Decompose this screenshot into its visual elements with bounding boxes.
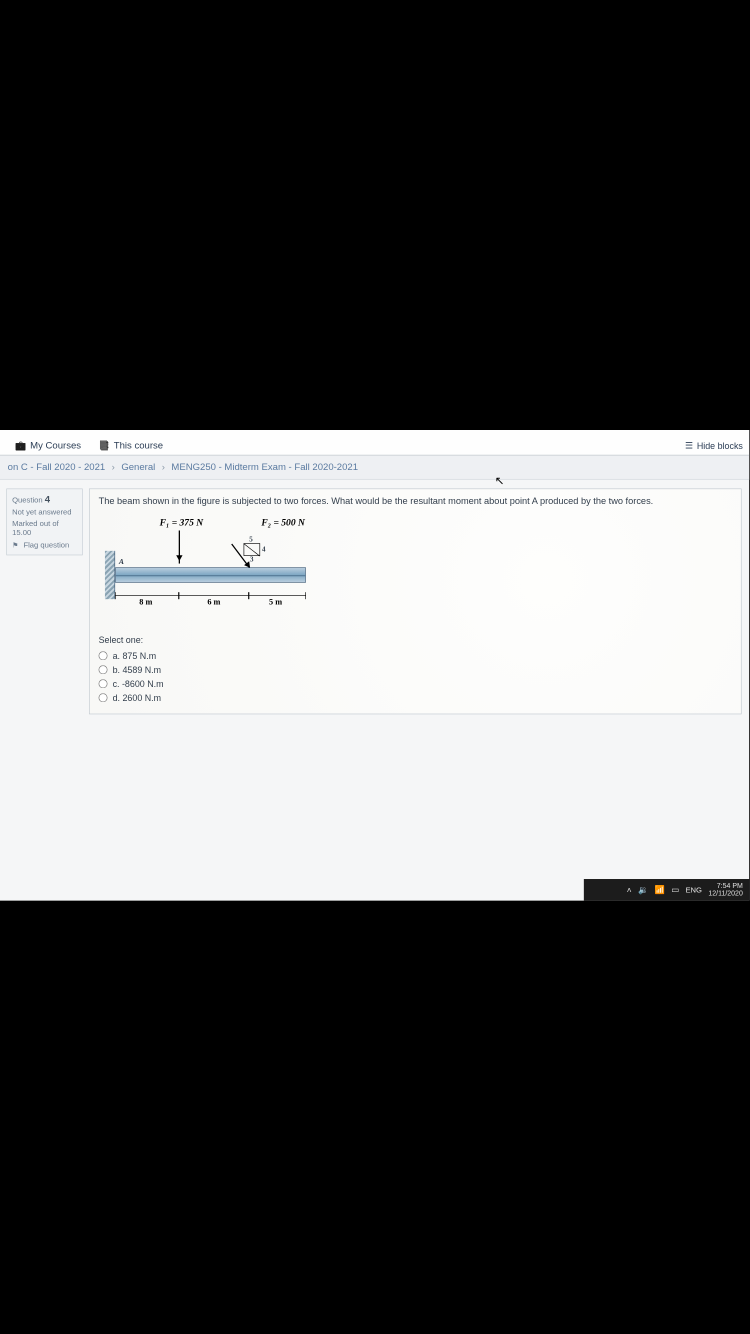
briefcase-icon: [15, 440, 26, 451]
tri-4: 4: [262, 546, 265, 554]
breadcrumb-sep: ›: [112, 462, 115, 473]
option-a-radio[interactable]: [99, 651, 108, 660]
breadcrumb-course[interactable]: on C - Fall 2020 - 2021: [8, 462, 106, 473]
this-course-label: This course: [114, 440, 163, 451]
breadcrumb-sep: ›: [162, 462, 165, 473]
hide-blocks-button[interactable]: Hide blocks: [685, 440, 743, 451]
language-indicator[interactable]: ENG: [685, 885, 702, 894]
answer-status: Not yet answered: [12, 508, 77, 517]
speaker-icon[interactable]: 🔉: [638, 885, 648, 895]
dim-8m: 8 m: [139, 597, 152, 607]
dim-6m: 6 m: [207, 597, 220, 607]
option-d[interactable]: d. 2600 N.m: [99, 691, 732, 705]
beam: [115, 567, 306, 582]
option-c[interactable]: c. -8600 N.m: [99, 677, 732, 691]
force-f1-label: F₁ = 375 N: [160, 518, 203, 529]
option-b-radio[interactable]: [99, 665, 108, 674]
chevron-up-icon[interactable]: ˄: [627, 885, 632, 895]
windows-taskbar: ˄ 🔉 📶 ▭ ENG 7:54 PM 12/11/2020: [584, 879, 749, 901]
breadcrumb-exam[interactable]: MENG250 - Midterm Exam - Fall 2020-2021: [171, 462, 358, 473]
this-course-tab[interactable]: This course: [90, 436, 172, 454]
point-a-label: A: [119, 557, 124, 567]
option-b[interactable]: b. 4589 N.m: [99, 663, 732, 677]
option-a[interactable]: a. 875 N.m: [99, 649, 732, 663]
answer-block: Select one: a. 875 N.m b. 4589 N.m c. -8…: [99, 635, 732, 705]
beam-figure: A F₁ = 375 N F₂ = 500 N 5 4 3 8 m 6 m 5 …: [102, 513, 331, 627]
dim-5m: 5 m: [269, 597, 282, 607]
my-courses-tab[interactable]: My Courses: [6, 436, 90, 454]
fixed-support: [105, 551, 115, 599]
option-d-radio[interactable]: [99, 693, 108, 702]
top-nav: My Courses This course Hide blocks: [0, 430, 749, 455]
marked-out-of: Marked out of 15.00: [12, 519, 77, 537]
battery-icon[interactable]: ▭: [671, 885, 679, 895]
my-courses-label: My Courses: [30, 440, 81, 451]
wifi-icon[interactable]: 📶: [655, 885, 665, 895]
question-number: Question 4: [12, 494, 77, 505]
question-card: The beam shown in the figure is subjecte…: [89, 489, 742, 715]
breadcrumb: on C - Fall 2020 - 2021 › General › MENG…: [0, 455, 749, 479]
tri-5: 5: [249, 535, 252, 543]
flag-question-link[interactable]: Flag question: [12, 541, 77, 550]
question-nav-panel: Question 4 Not yet answered Marked out o…: [6, 489, 82, 556]
tri-3: 3: [250, 556, 253, 564]
option-c-radio[interactable]: [99, 679, 108, 688]
breadcrumb-section[interactable]: General: [121, 462, 155, 473]
select-one-label: Select one:: [99, 635, 732, 645]
sitemap-icon: [99, 440, 110, 451]
question-text: The beam shown in the figure is subjecte…: [99, 496, 732, 508]
force-f2-label: F₂ = 500 N: [261, 518, 304, 529]
list-icon: [685, 440, 693, 451]
clock[interactable]: 7:54 PM 12/11/2020: [708, 882, 743, 897]
mouse-cursor-icon: ↖: [495, 475, 505, 488]
force-f1-arrow: [179, 530, 180, 563]
hide-blocks-label: Hide blocks: [697, 440, 743, 450]
